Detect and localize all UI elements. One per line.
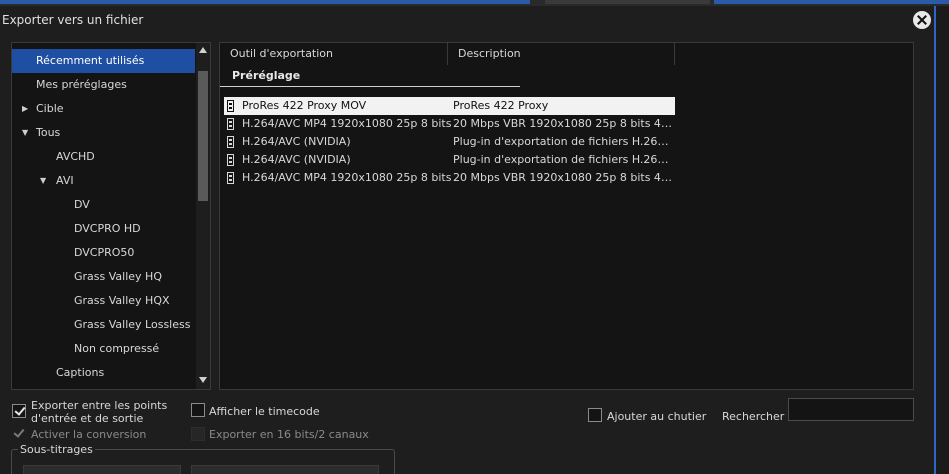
export-inout-label-line2: d'entrée et de sortie [31, 412, 144, 425]
tree-item-label: Captions [56, 366, 105, 379]
tree-item-grass-valley-hq[interactable]: Grass Valley HQ [12, 265, 195, 289]
preset-description: ProRes 422 Proxy [453, 99, 549, 112]
tree-item-grass-valley-hqx[interactable]: Grass Valley HQX [12, 289, 195, 313]
tree-item-grass-valley-lossless[interactable]: Grass Valley Lossless [12, 313, 195, 337]
film-icon [227, 136, 234, 148]
group-header-preset: Préréglage [220, 65, 520, 87]
tree-item-dvcpro50[interactable]: DVCPRO50 [12, 241, 195, 265]
column-header-empty [675, 43, 913, 65]
preset-row[interactable]: H.264/AVC MP4 1920x1080 25p 8 bits 20 Mb… [224, 115, 675, 133]
activate-conversion-checkbox[interactable] [12, 427, 26, 441]
export-inout-checkbox[interactable] [12, 404, 26, 418]
subtitles-dropdown[interactable] [23, 465, 181, 474]
tree-item-dv[interactable]: DV [12, 193, 195, 217]
film-icon [227, 100, 234, 112]
preset-category-tree[interactable]: Récemment utilisés Mes préréglages ▶ Cib… [11, 42, 211, 390]
preset-name: H.264/AVC (NVIDIA) [242, 135, 351, 148]
tree-item-label: Cible [36, 102, 64, 115]
dialog-titlebar: Exporter vers un fichier [0, 6, 934, 34]
tree-item-avchd[interactable]: AVCHD [12, 145, 195, 169]
preset-description: 20 Mbps VBR 1920x1080 25p 8 bits 4:2:0 [453, 171, 673, 184]
add-to-bin-label: Ajouter au chutier [607, 410, 707, 423]
preset-description: Plug-in d'exportation de fichiers H.264/… [453, 153, 673, 166]
scrollbar-thumb[interactable] [198, 71, 208, 201]
tree-item-captions[interactable]: Captions [12, 361, 195, 385]
search-label: Rechercher [722, 410, 785, 423]
background-window-accent-right [714, 0, 949, 4]
preset-row[interactable]: H.264/AVC (NVIDIA) Plug-in d'exportation… [224, 133, 675, 151]
preset-description: Plug-in d'exportation de fichiers H.264/… [453, 135, 673, 148]
collapse-arrow-icon[interactable]: ▼ [40, 169, 50, 193]
film-icon [227, 172, 234, 184]
collapse-arrow-icon[interactable]: ▼ [22, 121, 32, 145]
tree-item-label: Récemment utilisés [36, 54, 145, 67]
tree-item-label: Grass Valley HQ [74, 270, 162, 283]
close-icon[interactable] [913, 11, 931, 29]
show-timecode-checkbox[interactable] [191, 403, 205, 417]
preset-row[interactable]: H.264/AVC MP4 1920x1080 25p 8 bits 20 Mb… [224, 169, 675, 187]
scroll-down-arrow-icon[interactable] [199, 377, 207, 383]
activate-conversion-label: Activer la conversion [31, 428, 147, 441]
preset-name: H.264/AVC MP4 1920x1080 25p 8 bits [242, 171, 452, 184]
tree-item-label: Tous [36, 126, 61, 139]
scroll-up-arrow-icon[interactable] [199, 47, 207, 53]
expand-arrow-icon[interactable]: ▶ [22, 97, 32, 121]
show-timecode-label: Afficher le timecode [209, 405, 320, 418]
tree-item-dvcpro-hd[interactable]: DVCPRO HD [12, 217, 195, 241]
tree-item-label: Mes préréglages [36, 78, 127, 91]
background-window-accent [0, 0, 530, 4]
column-header-export-tool[interactable]: Outil d'exportation [220, 43, 448, 65]
tree-item-uncompressed[interactable]: Non compressé [12, 337, 195, 361]
film-icon [227, 154, 234, 166]
subtitles-file-button[interactable] [191, 465, 379, 474]
preset-name: H.264/AVC MP4 1920x1080 25p 8 bits [242, 117, 452, 130]
preset-name: H.264/AVC (NVIDIA) [242, 153, 351, 166]
tree-item-label: DVCPRO50 [74, 246, 135, 259]
subtitles-legend: Sous-titrages [18, 443, 95, 456]
tree-item-all[interactable]: ▼ Tous [12, 121, 195, 145]
tree-item-label: AVCHD [56, 150, 95, 163]
tree-item-label: DV [74, 198, 90, 211]
tree-scrollbar[interactable] [196, 43, 210, 389]
search-input[interactable] [788, 398, 914, 421]
tree-item-avi[interactable]: ▼ AVI [12, 169, 195, 193]
background-window-panel [545, 0, 710, 4]
tree-item-recent[interactable]: Récemment utilisés [12, 49, 195, 73]
tree-item-target[interactable]: ▶ Cible [12, 97, 195, 121]
export-inout-label-line1: Exporter entre les points [31, 399, 168, 412]
tree-item-label: Non compressé [74, 342, 160, 355]
preset-name: ProRes 422 Proxy MOV [242, 99, 367, 112]
preset-row[interactable]: ProRes 422 Proxy MOV ProRes 422 Proxy [224, 97, 675, 115]
tree-item-my-presets[interactable]: Mes préréglages [12, 73, 195, 97]
tree-item-label: DVCPRO HD [74, 222, 141, 235]
add-to-bin-checkbox[interactable] [588, 408, 602, 422]
tree-item-label: Grass Valley Lossless [74, 318, 191, 331]
dialog-title: Exporter vers un fichier [2, 13, 144, 27]
export-16bit-checkbox[interactable] [191, 427, 205, 441]
preset-list[interactable]: Outil d'exportation Description Prérégla… [219, 42, 914, 390]
preset-row[interactable]: H.264/AVC (NVIDIA) Plug-in d'exportation… [224, 151, 675, 169]
tree-item-label: Grass Valley HQX [74, 294, 170, 307]
export-16bit-label: Exporter en 16 bits/2 canaux [209, 428, 369, 441]
preset-description: 20 Mbps VBR 1920x1080 25p 8 bits 4:2:0 [453, 117, 673, 130]
film-icon [227, 118, 234, 130]
column-header-description[interactable]: Description [448, 43, 675, 65]
tree-item-label: AVI [56, 174, 74, 187]
